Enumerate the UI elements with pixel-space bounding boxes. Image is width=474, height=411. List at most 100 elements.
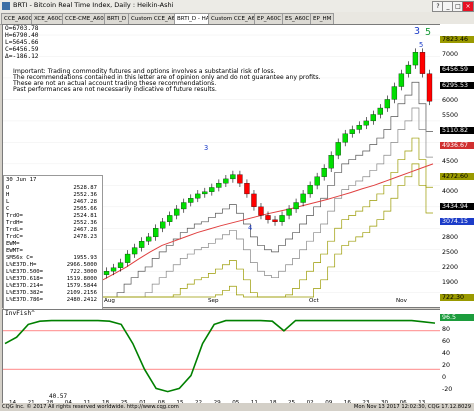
- candle-up: [405, 64, 412, 74]
- data-window-row: L%E37D.H= 2966.5000: [6, 262, 97, 268]
- price-axis-label: 3074.15: [440, 218, 474, 226]
- data-row-value: 1579.5844: [66, 283, 97, 289]
- price-axis[interactable]: 7823.46 7000 6456.59 6295.53 6000 5500 5110.82…: [440, 24, 474, 407]
- price-axis-label: 2800: [442, 233, 459, 241]
- candle-down: [244, 183, 250, 195]
- data-row-label: O: [6, 185, 10, 191]
- candle-up: [110, 267, 117, 272]
- data-row-value: 2467.28: [73, 199, 97, 205]
- price-chart-panel[interactable]: O=6703.78 H=6790.40 L=5645.66 C=6456.59 …: [2, 24, 441, 311]
- price-axis-label: 4500: [442, 157, 459, 165]
- data-row-value: 2505.66: [73, 206, 97, 212]
- data-row-label: L%E37D.786=: [6, 297, 44, 303]
- app-icon: [2, 2, 10, 10]
- data-row-value: 2478.23: [73, 234, 97, 240]
- data-row-value: 2552.36: [73, 192, 97, 198]
- price-axis-label: 4000: [442, 188, 459, 195]
- inverse-fisher-chart: [3, 319, 440, 393]
- status-bar: CQG Inc. © 2017 All rights reserved worl…: [0, 403, 474, 411]
- candle-up: [167, 215, 173, 222]
- candle-up: [286, 208, 292, 216]
- candle-up: [181, 202, 187, 210]
- candle-up: [195, 193, 201, 199]
- data-window-row: C 2505.66: [6, 206, 97, 212]
- candle-up: [138, 241, 145, 248]
- candle-up: [293, 202, 299, 210]
- candle-up: [117, 262, 124, 268]
- candle-up: [103, 271, 110, 275]
- ohlc-change: Δ=-186.12: [5, 53, 39, 60]
- data-row-value: 2480.2412: [66, 297, 97, 303]
- data-row-label: SM56x C=: [6, 255, 33, 261]
- candle-up: [349, 129, 355, 134]
- channel-line: [103, 163, 433, 298]
- indicator-axis-label: 96.5: [440, 314, 474, 321]
- candle-up: [202, 191, 208, 195]
- time-label-sep: Sep: [208, 298, 219, 304]
- indicator-name: InvFish^: [5, 310, 35, 317]
- data-row-value: 2966.5000: [66, 262, 97, 268]
- candle-up: [230, 174, 236, 180]
- data-row-value: 2552.36: [73, 220, 97, 226]
- candle-up: [131, 247, 138, 255]
- close-button[interactable]: ×: [462, 1, 474, 12]
- data-row-label: L%E37D.H=: [6, 262, 37, 268]
- candle-up: [300, 193, 306, 203]
- indicator-axis-label: 0: [442, 374, 447, 381]
- candle-up: [314, 176, 320, 186]
- indicator-axis-label: 60: [442, 338, 451, 345]
- candle-up: [307, 185, 313, 195]
- data-row-label: EWM=: [6, 241, 20, 247]
- candle-up: [188, 198, 194, 203]
- candle-down: [426, 73, 433, 102]
- inverse-fisher-line: [4, 319, 436, 393]
- indicator-panel[interactable]: InvFish^ 40.57 1421280411182501081522290…: [2, 309, 441, 409]
- data-window-row: TrdH= 2552.36: [6, 220, 97, 226]
- wave-label-5a: 5: [419, 41, 424, 49]
- data-window-row: SM56x C= 1955.93: [6, 255, 97, 261]
- data-row-value: 722.3000: [70, 269, 97, 275]
- data-row-value: 1519.8000: [66, 276, 97, 282]
- time-label-oct: Oct: [309, 298, 319, 304]
- data-window-row: TrdC= 2478.23: [6, 234, 97, 240]
- wave-label-5b: 5: [425, 27, 432, 38]
- candle-down: [272, 219, 278, 222]
- candle-up: [174, 208, 180, 216]
- candle-down: [251, 193, 257, 207]
- data-window-row: L 2467.28: [6, 199, 97, 205]
- price-axis-label: 2500: [442, 248, 459, 256]
- data-window-row: TrdL= 2467.28: [6, 227, 97, 233]
- data-window-date: 30 Jun 17: [6, 177, 37, 183]
- data-row-label: TrdC=: [6, 234, 23, 240]
- price-axis-label: 6000: [442, 96, 459, 104]
- candle-up: [342, 133, 348, 143]
- candle-up: [356, 125, 362, 130]
- price-axis-label: 2200: [442, 264, 459, 271]
- data-row-value: 1955.93: [73, 255, 97, 261]
- price-axis-label: 3434.94: [440, 203, 474, 211]
- time-label-aug: Aug: [104, 298, 115, 304]
- indicator-axis-label: 80: [442, 326, 451, 333]
- disclaimer-line-4: Past performances are not necessarily in…: [13, 86, 217, 93]
- data-window-row: TrdO= 2524.81: [6, 213, 97, 219]
- channel-line: [103, 107, 433, 298]
- candle-up: [377, 107, 384, 115]
- data-row-label: L%E37D.618=: [6, 276, 44, 282]
- candle-down: [419, 52, 426, 74]
- candle-up: [152, 228, 159, 238]
- wave-label-3a: 3: [204, 144, 209, 152]
- data-row-label: TrdH=: [6, 220, 23, 226]
- price-axis-label: 4936.67: [440, 142, 474, 150]
- price-axis-label: 5500: [442, 112, 459, 119]
- window-title: BRTI - Bitcoin Real Time Index, Daily : …: [13, 1, 174, 9]
- data-window-row: L%E37D.786= 2480.2412: [6, 297, 97, 303]
- price-axis-label: 5110.82: [440, 127, 474, 135]
- indicator-axis-label: -20: [442, 386, 453, 393]
- data-row-label: TrdO=: [6, 213, 23, 219]
- price-axis-label: 6456.59: [440, 66, 474, 74]
- candle-up: [321, 167, 327, 177]
- data-window: 30 Jun 17 O 2528.87 H 2552.36 L 2467.28 C 2505.…: [3, 175, 103, 311]
- price-axis-label: 4272.60: [440, 172, 474, 180]
- wave-label-4: 4: [248, 224, 253, 232]
- data-window-row: L%E37D.618= 1519.8000: [6, 276, 97, 282]
